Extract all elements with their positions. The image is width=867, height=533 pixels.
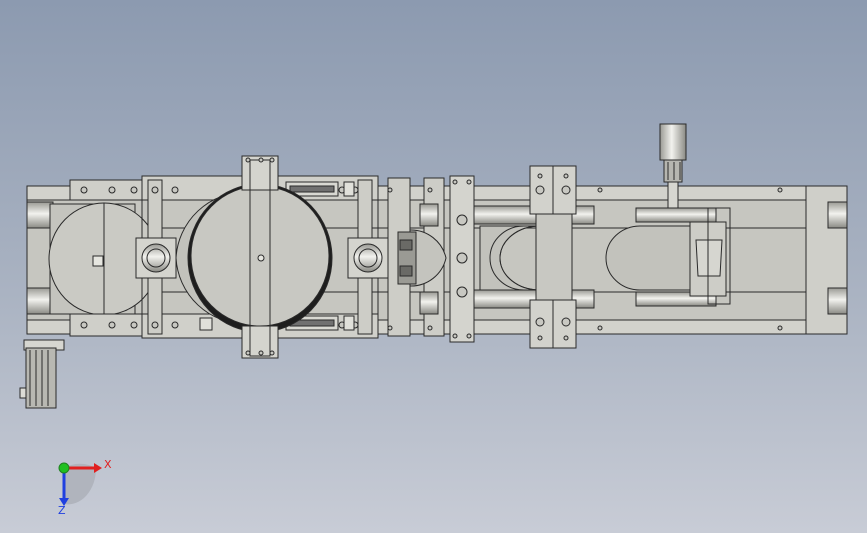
bolt-block <box>343 181 355 197</box>
x-axis-label: X <box>104 458 112 471</box>
bolt-block <box>343 315 355 331</box>
left-pillow-block <box>135 237 177 279</box>
y-axis-dot <box>58 462 70 474</box>
cad-model-drawing: X Z <box>19 123 848 517</box>
coordinate-triad: X Z <box>58 458 112 517</box>
center-drum <box>187 183 333 333</box>
left-motor <box>19 339 65 409</box>
slider-carriage <box>529 165 577 349</box>
z-axis-label: Z <box>58 504 66 517</box>
right-pillow-block <box>347 237 389 279</box>
bolt-block <box>199 317 213 331</box>
cad-viewport[interactable]: X Z <box>0 0 867 533</box>
center-plate <box>449 175 475 343</box>
